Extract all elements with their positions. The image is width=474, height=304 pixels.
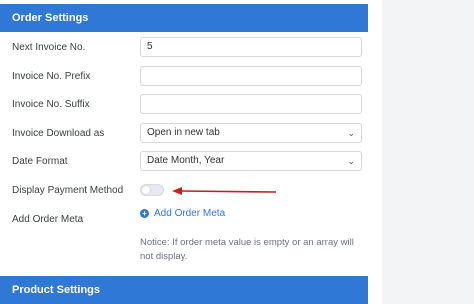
download-select-value: Open in new tab (147, 127, 220, 138)
prefix-label: Invoice No. Prefix (12, 71, 91, 82)
right-background (382, 0, 474, 304)
date-format-label: Date Format (12, 156, 68, 167)
payment-method-toggle[interactable] (140, 184, 164, 196)
next-invoice-label: Next Invoice No. (12, 42, 86, 53)
order-settings-header: Order Settings (0, 4, 368, 32)
product-settings-header: Product Settings (0, 276, 368, 304)
next-invoice-input[interactable]: 5 (140, 37, 362, 57)
download-select[interactable]: Open in new tab ⌄ (140, 123, 362, 143)
order-meta-notice: Notice: If order meta value is empty or … (140, 237, 354, 262)
order-meta-label: Add Order Meta (12, 214, 84, 225)
suffix-label: Invoice No. Suffix (12, 99, 90, 110)
settings-panel: Order Settings Next Invoice No. 5 Invoic… (0, 0, 368, 304)
red-arrow-annotation (172, 187, 277, 195)
toggle-knob (142, 186, 150, 194)
payment-method-label: Display Payment Method (12, 185, 124, 196)
add-order-meta-label: Add Order Meta (154, 208, 226, 219)
download-label: Invoice Download as (12, 128, 105, 139)
chevron-down-icon: ⌄ (347, 128, 355, 138)
chevron-down-icon: ⌄ (347, 156, 355, 166)
plus-circle-icon: + (140, 209, 149, 218)
prefix-input[interactable] (140, 66, 362, 86)
date-format-select[interactable]: Date Month, Year ⌄ (140, 151, 362, 171)
suffix-input[interactable] (140, 94, 362, 114)
panel-gutter (368, 0, 382, 304)
add-order-meta-button[interactable]: + Add Order Meta (140, 208, 225, 219)
date-format-select-value: Date Month, Year (147, 155, 225, 166)
